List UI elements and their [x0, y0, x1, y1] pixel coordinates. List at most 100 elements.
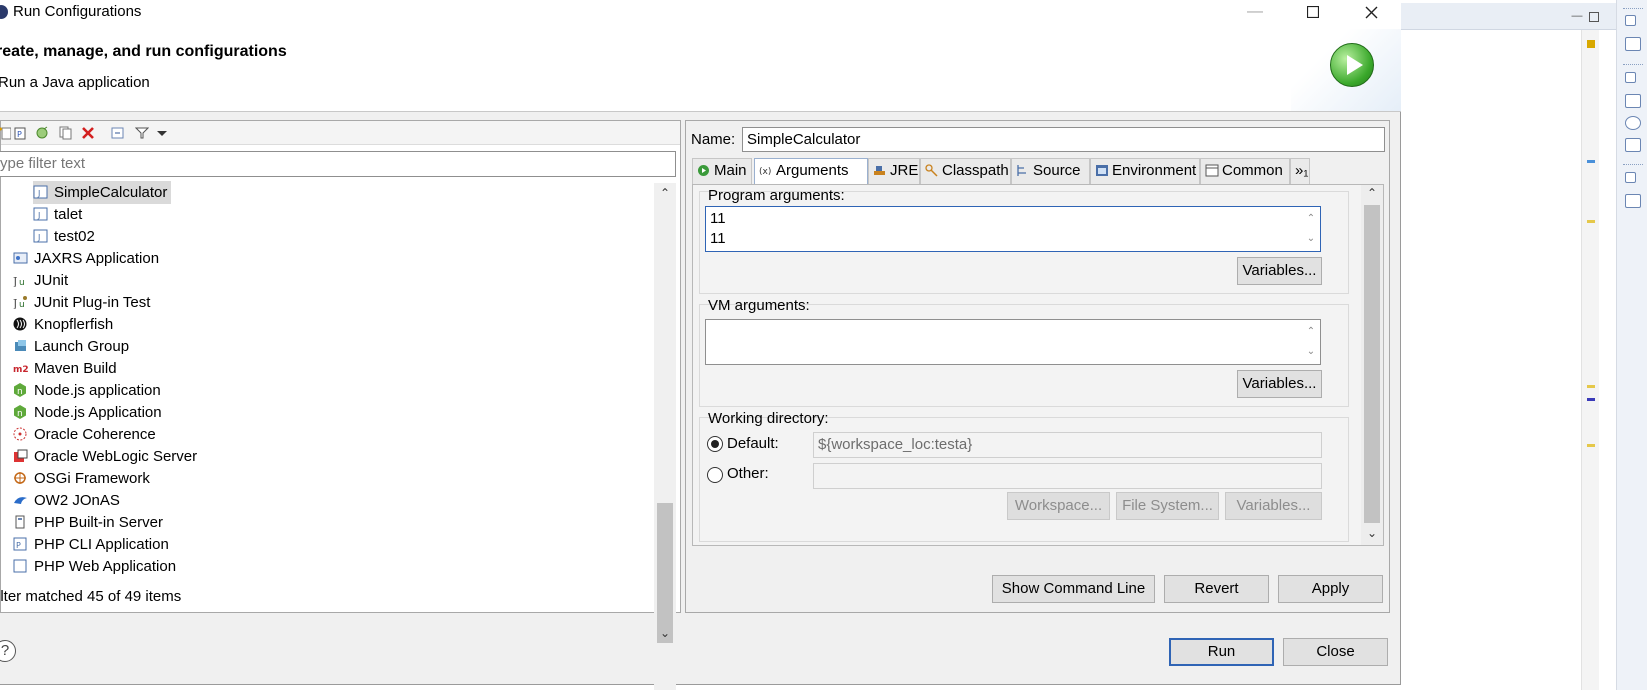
ide-warning-mark[interactable] [1587, 40, 1595, 48]
svg-text:J: J [37, 189, 40, 198]
revert-button[interactable]: Revert [1164, 575, 1269, 603]
tree-item-label: OSGi Framework [34, 470, 150, 487]
tree-item[interactable]: n Node.js Application [13, 401, 162, 424]
tree-item[interactable]: Launch Group [13, 335, 129, 358]
chevron-down-icon[interactable] [155, 126, 169, 140]
tree-item[interactable]: PHP Built-in Server [13, 511, 163, 534]
header-subtitle: Run a Java application [0, 74, 150, 91]
tab-jre[interactable]: JRE [868, 158, 920, 184]
working-dir-variables-button[interactable]: Variables... [1225, 492, 1322, 520]
textarea-scroll-arrows[interactable]: ⌃ ⌄ [1304, 322, 1318, 362]
ide-ruler-mark[interactable] [1587, 398, 1595, 401]
svg-text:P: P [17, 130, 22, 139]
tab-classpath[interactable]: Classpath [920, 158, 1011, 184]
restore-icon[interactable] [1625, 15, 1636, 26]
properties-view-icon[interactable] [1625, 138, 1641, 152]
svg-text:n: n [17, 387, 23, 397]
ide-ruler-mark[interactable] [1587, 385, 1595, 388]
svg-text:u: u [19, 278, 25, 287]
tree-item[interactable]: Ju JUnit [12, 269, 68, 292]
tab-environment[interactable]: Environment [1090, 158, 1200, 184]
ide-minimize-icon[interactable]: — [1571, 10, 1583, 22]
ide-maximize-icon[interactable] [1589, 12, 1599, 22]
new-configuration-icon[interactable] [0, 126, 11, 140]
ide-editor-header: — [1401, 3, 1616, 30]
tree-item[interactable]: P PHP CLI Application [13, 533, 169, 556]
new-prototype-icon[interactable]: P [13, 126, 27, 140]
junit-icon: Ju [12, 271, 29, 288]
panel-scrollbar[interactable]: ⌃ ⌄ [1361, 185, 1383, 545]
scroll-down-icon[interactable]: ⌄ [1361, 523, 1383, 543]
workspace-button[interactable]: Workspace... [1007, 492, 1110, 520]
collapse-all-icon[interactable] [111, 126, 125, 140]
filter-icon[interactable] [135, 126, 149, 140]
tree-scrollbar[interactable]: ⌃ ⌄ [654, 183, 676, 690]
textarea-scroll-arrows[interactable]: ⌃ ⌄ [1304, 209, 1318, 249]
show-command-line-button[interactable]: Show Command Line [992, 575, 1155, 603]
tab-more[interactable]: »₁ [1290, 158, 1310, 184]
tree-item-label: PHP Web Application [34, 558, 177, 575]
configuration-tree[interactable]: J SimpleCalculator Jtalet Jtest02 JAXRS Appl… [1, 181, 651, 690]
run-button[interactable]: Run [1169, 638, 1274, 666]
close-icon[interactable] [1348, 0, 1394, 24]
tree-item[interactable]: n Node.js application [13, 379, 161, 402]
scroll-thumb[interactable] [1364, 205, 1380, 523]
file-system-button[interactable]: File System... [1116, 492, 1219, 520]
tree-item[interactable]: J SimpleCalculator [33, 181, 172, 204]
title-bar[interactable]: Run Configurations — [0, 0, 1401, 24]
ide-overview-ruler[interactable] [1581, 30, 1599, 690]
tree-item[interactable]: Jtest02 [33, 225, 95, 248]
scroll-down-icon[interactable]: ⌄ [654, 623, 676, 643]
ide-ruler-mark[interactable] [1587, 444, 1595, 447]
php-web-icon [13, 557, 29, 573]
web-view-icon[interactable] [1625, 116, 1641, 130]
tree-item[interactable]: Oracle Coherence [13, 423, 156, 446]
delete-icon[interactable] [81, 126, 95, 140]
vm-variables-button[interactable]: Variables... [1237, 370, 1322, 398]
tree-item[interactable]: m2 Maven Build [13, 357, 117, 380]
tab-label: Main [714, 162, 747, 179]
help-view-icon[interactable] [1625, 94, 1641, 108]
apply-button[interactable]: Apply [1278, 575, 1383, 603]
filter-input[interactable]: ype filter text [0, 151, 676, 177]
tree-item[interactable]: PHP Web Application [13, 555, 176, 578]
scroll-thumb[interactable] [657, 503, 673, 643]
export-configuration-icon[interactable] [35, 126, 49, 140]
tab-common[interactable]: Common [1200, 158, 1290, 184]
ide-ruler-mark[interactable] [1587, 220, 1595, 223]
tab-main[interactable]: Main [692, 158, 752, 184]
tree-item[interactable]: OSGi Framework [13, 467, 150, 490]
default-directory-field: ${workspace_loc:testa} [813, 432, 1322, 458]
tab-arguments[interactable]: (x) Arguments [754, 158, 868, 185]
configuration-tabs: Main (x) Arguments JRE Classpath Source Enviro… [692, 158, 1384, 185]
scroll-up-icon[interactable]: ⌃ [654, 183, 676, 203]
default-radio[interactable] [707, 436, 723, 452]
tree-item[interactable]: Ju JUnit Plug-in Test [12, 291, 150, 314]
vm-arguments-input[interactable]: ⌃ ⌄ [705, 319, 1321, 365]
ide-ruler-mark[interactable] [1587, 160, 1595, 163]
program-arguments-input[interactable]: 11 11 ⌃ ⌄ [705, 206, 1321, 252]
maximize-icon[interactable] [1290, 0, 1336, 24]
arguments-tab-icon: (x) [759, 161, 773, 177]
tree-item-label: test02 [54, 228, 95, 245]
program-variables-button[interactable]: Variables... [1237, 257, 1322, 285]
restore-icon[interactable] [1625, 72, 1636, 83]
hierarchy-view-icon[interactable] [1625, 194, 1641, 208]
tree-item[interactable]: JAXRS Application [13, 247, 159, 270]
tree-item[interactable]: Oracle WebLogic Server [13, 445, 197, 468]
tab-label: Classpath [942, 162, 1009, 179]
scroll-up-icon[interactable]: ⌃ [1361, 183, 1383, 203]
launch-group-icon [13, 337, 29, 351]
outline-view-icon[interactable] [1625, 37, 1641, 51]
tree-item[interactable]: Knopflerfish [13, 313, 113, 336]
tree-item[interactable]: Jtalet [33, 203, 82, 226]
name-field[interactable]: SimpleCalculator [742, 127, 1385, 152]
tab-source[interactable]: Source [1011, 158, 1090, 184]
duplicate-icon[interactable] [59, 126, 73, 140]
other-radio[interactable] [707, 467, 723, 483]
tree-item[interactable]: OW2 JOnAS [13, 489, 120, 512]
restore-icon[interactable] [1625, 172, 1636, 183]
close-button[interactable]: Close [1283, 638, 1388, 666]
tree-item-label: Launch Group [34, 338, 130, 355]
minimize-icon[interactable]: — [1232, 0, 1278, 24]
